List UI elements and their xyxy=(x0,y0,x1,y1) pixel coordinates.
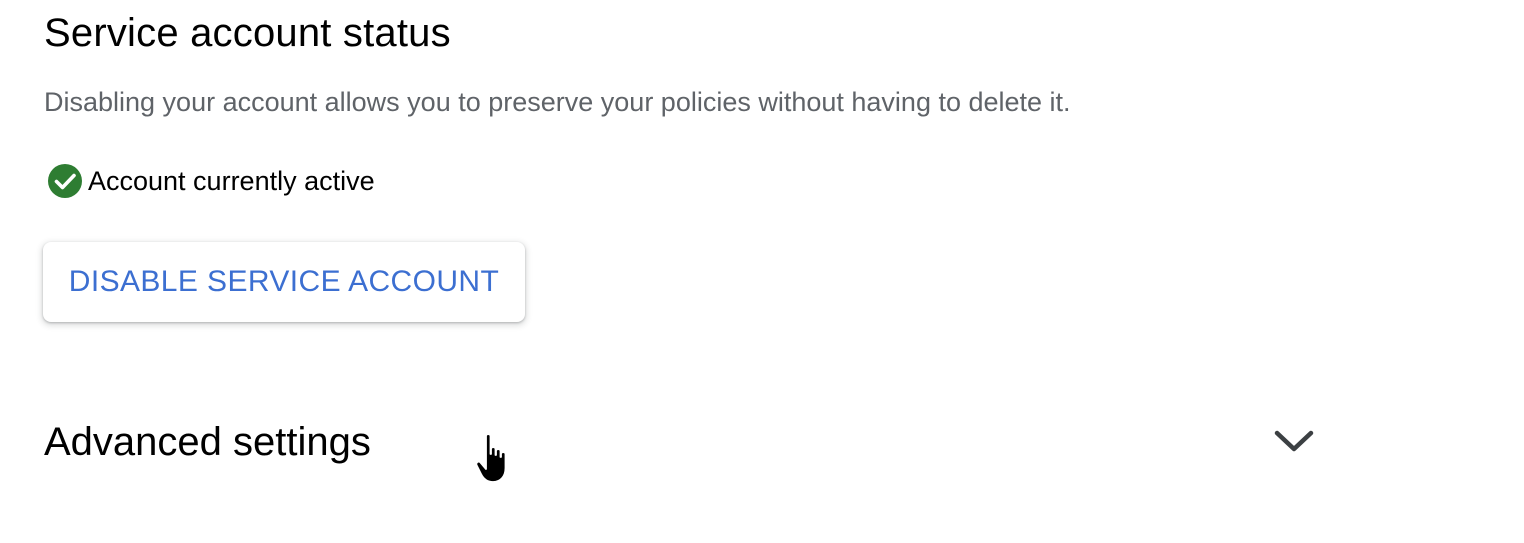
check-circle-icon xyxy=(46,162,84,200)
section-title: Service account status xyxy=(44,11,451,55)
status-text: Account currently active xyxy=(88,165,375,196)
hand-pointer-icon xyxy=(474,432,514,486)
advanced-settings-toggle[interactable]: Advanced settings xyxy=(44,412,1324,472)
chevron-down-icon[interactable] xyxy=(1272,422,1316,462)
account-status: Account currently active xyxy=(46,162,375,200)
advanced-settings-title: Advanced settings xyxy=(44,420,371,464)
disable-service-account-button[interactable]: DISABLE SERVICE ACCOUNT xyxy=(43,242,525,322)
section-description: Disabling your account allows you to pre… xyxy=(44,87,1071,117)
